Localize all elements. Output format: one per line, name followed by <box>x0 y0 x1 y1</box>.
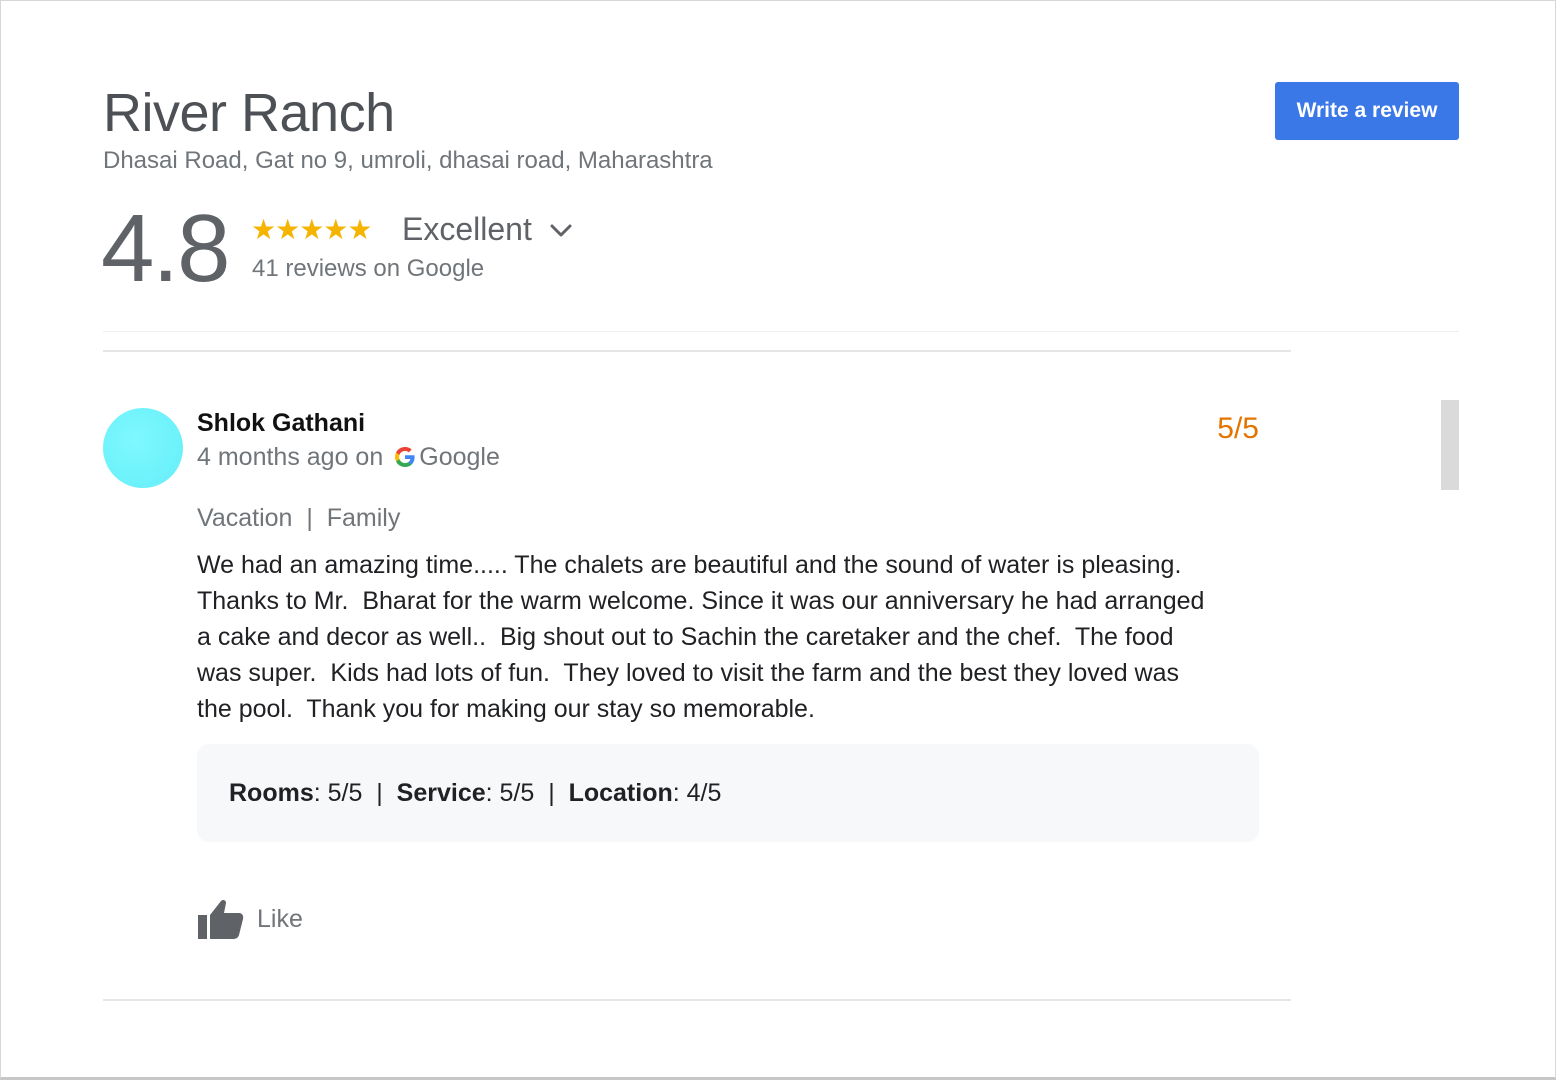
subrating-rooms-value: : 5/5 <box>313 779 363 807</box>
subrating-service-label: Service <box>396 779 486 807</box>
subrating-location-label: Location <box>568 779 673 807</box>
write-review-button[interactable]: Write a review <box>1275 82 1459 140</box>
thumbs-up-icon <box>198 899 244 939</box>
review-text: We had an amazing time..... The chalets … <box>197 551 1205 723</box>
like-button[interactable]: Like <box>197 896 303 942</box>
review-source: Google <box>419 443 500 471</box>
review-score: 5/5 <box>1217 412 1259 445</box>
list-divider-top <box>103 350 1291 352</box>
business-name: River Ranch <box>103 83 395 143</box>
rating-stars: ★★★★★ <box>251 214 373 245</box>
chevron-down-icon[interactable] <box>547 219 575 241</box>
overall-rating: 4.8 <box>101 195 230 302</box>
rating-label: Excellent <box>402 211 532 247</box>
reviewer-name: Shlok Gathani <box>197 409 366 437</box>
review-tags: Vacation | Family <box>197 504 401 532</box>
review-count[interactable]: 41 reviews on Google <box>252 254 484 284</box>
avatar <box>103 408 183 488</box>
subrating-service-value: : 5/5 <box>485 779 535 807</box>
subratings-box: Rooms: 5/5 | Service: 5/5 | Location: 4/… <box>197 744 1259 842</box>
subrating-location-value: : 4/5 <box>672 779 722 807</box>
page-frame: River Ranch Dhasai Road, Gat no 9, umrol… <box>0 0 1556 1080</box>
subrating-separator: | <box>362 779 397 807</box>
like-label: Like <box>257 904 303 933</box>
list-divider-bottom <box>103 999 1291 1001</box>
review-time: 4 months ago on <box>197 443 384 471</box>
business-address: Dhasai Road, Gat no 9, umroli, dhasai ro… <box>103 147 713 174</box>
review-meta: 4 months ago on Google <box>197 441 500 473</box>
subrating-separator: | <box>534 779 569 807</box>
google-g-icon <box>395 447 415 467</box>
subrating-rooms-label: Rooms <box>229 779 314 807</box>
scrollbar-thumb[interactable] <box>1441 400 1459 490</box>
header-divider <box>103 331 1459 332</box>
